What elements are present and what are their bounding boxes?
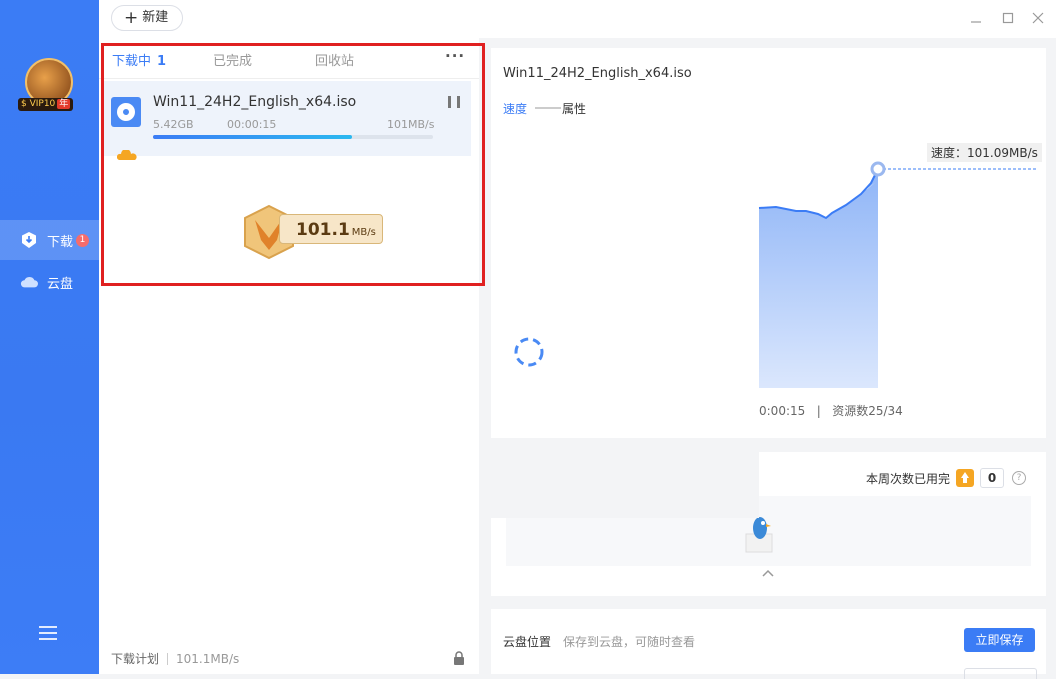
tab-speed[interactable]: 速度 — [503, 100, 527, 117]
download-plan-bar: 下载计划 101.1MB/s — [111, 650, 239, 667]
help-icon[interactable]: ? — [1012, 471, 1027, 485]
save-now-button[interactable]: 立即保存 — [964, 628, 1035, 652]
speed-chart — [758, 161, 1036, 388]
sidebar-item-label: 云盘 — [47, 276, 74, 292]
tab-divider — [535, 107, 561, 109]
detail-sources: 资源数25/34 — [832, 404, 903, 418]
task-file-name: Win11_24H2_English_x64.iso — [153, 94, 357, 110]
sidebar-item-cloud[interactable]: 云盘 — [0, 262, 99, 302]
mascot-bird-icon — [745, 514, 775, 558]
download-task-row[interactable]: Win11_24H2_English_x64.iso 5.42GB 00:00:… — [103, 81, 471, 160]
accelerate-cloud-icon — [116, 145, 137, 160]
top-bar: + 新建 — [99, 0, 1056, 38]
quota-label: 本周次数已用完 — [866, 471, 951, 486]
tab-completed[interactable]: 已完成 — [213, 50, 252, 69]
speed-point — [870, 161, 886, 177]
minimize-icon[interactable] — [968, 10, 984, 26]
sidebar-item-download[interactable]: 下载 1 — [0, 220, 99, 260]
new-task-button[interactable]: + 新建 — [111, 5, 184, 31]
sidebar-item-label: 下载 — [47, 234, 74, 250]
new-task-label: 新建 — [142, 10, 169, 25]
cloud-location-label: 云盘位置 — [503, 635, 552, 649]
maximize-icon[interactable] — [1000, 10, 1016, 26]
task-elapsed: 00:00:15 — [227, 118, 277, 131]
tab-label: 回收站 — [315, 54, 355, 69]
speed-boost-badge: 101.1 MB/s — [279, 214, 383, 244]
tab-count: 1 — [157, 54, 167, 69]
total-speed: 101.1MB/s — [176, 651, 240, 666]
menu-icon[interactable] — [39, 626, 57, 640]
plus-icon: + — [124, 8, 139, 28]
detail-file-name: Win11_24H2_English_x64.iso — [503, 66, 692, 81]
rocket-icon — [956, 469, 975, 487]
speed-area — [759, 169, 878, 388]
detail-info-row: 0:00:15 | 资源数25/34 — [759, 404, 903, 418]
tab-label: 已完成 — [213, 54, 253, 69]
vip-year: 年 — [57, 99, 71, 109]
pause-icon[interactable] — [448, 96, 460, 110]
quota-count: 0 — [980, 468, 1005, 488]
iso-file-icon — [111, 97, 141, 127]
loading-spinner-icon — [513, 336, 545, 368]
vip-badge-label: VIP10 — [29, 99, 56, 109]
tab-bar: 下载中 1 已完成 回收站 ··· — [99, 38, 479, 79]
download-list-panel: 下载中 1 已完成 回收站 ··· Win11_24H2_English_x64.… — [99, 38, 479, 674]
task-progress-fill — [153, 135, 352, 139]
weekly-quota: 本周次数已用完 0 ? — [866, 468, 1027, 488]
speed-tooltip: 速度：101.09MB/s — [927, 143, 1042, 162]
vip-badge: $ VIP10 年 — [18, 98, 74, 111]
task-size: 5.42GB — [153, 118, 194, 131]
tab-downloading[interactable]: 下载中 1 — [112, 50, 166, 69]
sidebar: $ VIP10 年 下载 1 云盘 — [0, 0, 99, 674]
cloud-location-card: 云盘位置 保存到云盘，可随时查看 立即保存 — [491, 609, 1046, 679]
tab-properties[interactable]: 属性 — [562, 100, 586, 117]
speed-boost-unit: MB/s — [351, 227, 376, 238]
download-plan-link[interactable]: 下载计划 — [111, 650, 159, 667]
speed-boost-value: 101.1 — [296, 220, 350, 240]
tab-label: 下载中 — [112, 54, 152, 69]
panel-gap — [491, 438, 759, 518]
download-icon — [20, 231, 38, 249]
task-progress-bar — [153, 135, 433, 139]
cloud-location-desc: 保存到云盘，可随时查看 — [563, 635, 696, 649]
close-icon[interactable] — [1030, 10, 1046, 26]
download-count-badge: 1 — [76, 233, 90, 247]
tab-recycle-bin[interactable]: 回收站 — [315, 50, 354, 69]
cloud-icon — [20, 273, 38, 291]
detail-elapsed: 0:00:15 — [759, 404, 806, 418]
chevron-up-icon[interactable] — [762, 566, 774, 580]
more-options-icon[interactable]: ··· — [445, 47, 465, 65]
task-speed: 101MB/s — [387, 118, 435, 131]
lock-icon[interactable] — [453, 650, 465, 665]
task-detail-panel: Win11_24H2_English_x64.iso 速度 属性 速度：101.… — [491, 48, 1046, 438]
